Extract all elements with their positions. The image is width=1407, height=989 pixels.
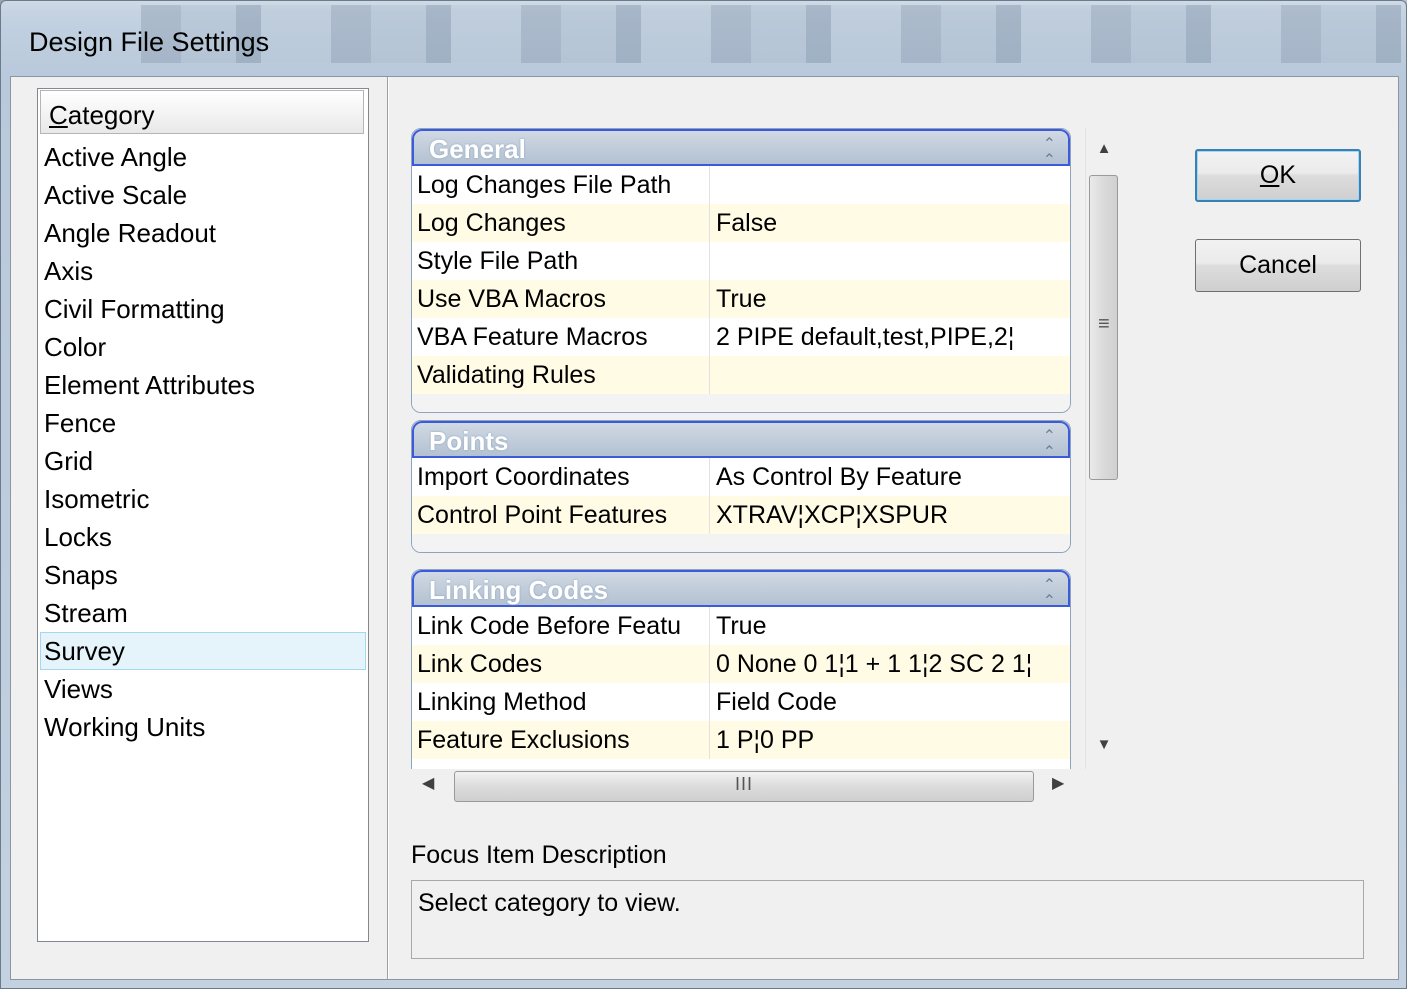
focus-item-description-box: Select category to view. — [411, 880, 1364, 959]
category-item-fence[interactable]: Fence — [40, 404, 366, 442]
property-name: Log Changes — [412, 204, 710, 242]
property-name: Validating Rules — [412, 356, 710, 394]
property-name: Control Point Features — [412, 496, 710, 534]
focus-item-description-text: Select category to view. — [418, 889, 681, 917]
focus-item-description-label: Focus Item Description — [411, 841, 667, 869]
window-title: Design File Settings — [29, 27, 270, 57]
property-value[interactable]: True — [710, 280, 1070, 318]
group-header-points[interactable]: Points ⌃ ⌃ — [412, 421, 1070, 461]
group-title: General — [429, 134, 526, 164]
property-grid[interactable]: General ⌃ ⌃ Log Changes File Path Log Chan… — [410, 128, 1082, 769]
arrow-up-icon[interactable]: ▲ — [1086, 134, 1122, 164]
category-item-stream[interactable]: Stream — [40, 594, 366, 632]
group-header-general[interactable]: General ⌃ ⌃ — [412, 129, 1070, 169]
property-name: Linking Method — [412, 683, 710, 721]
property-row[interactable]: Link Codes 0 None 0 1¦1 + 1 1¦2 SC 2 1¦ — [412, 645, 1070, 683]
titlebar-background — [141, 5, 1401, 63]
category-list[interactable]: Category Active Angle Active Scale Angle R… — [37, 88, 369, 942]
group-title: Linking Codes — [429, 575, 609, 605]
group-rows-points: Import Coordinates As Control By Feature C… — [412, 458, 1070, 534]
collapse-chevron-icon[interactable]: ⌃ ⌃ — [1043, 137, 1056, 169]
design-file-settings-dialog: Design File Settings Category Active Ang… — [0, 0, 1407, 989]
category-item-active-angle[interactable]: Active Angle — [40, 138, 366, 176]
category-item-survey[interactable]: Survey — [40, 632, 366, 670]
property-value[interactable] — [710, 356, 1070, 394]
category-items: Active Angle Active Scale Angle Readout Axi… — [38, 138, 368, 746]
property-row[interactable]: Style File Path — [412, 242, 1070, 280]
property-value[interactable] — [710, 242, 1070, 280]
property-row[interactable]: VBA Feature Macros 2 PIPE default,test,PI… — [412, 318, 1070, 356]
property-row[interactable]: Control Point Features XTRAV¦XCP¦XSPUR — [412, 496, 1070, 534]
property-value[interactable]: As Control By Feature — [710, 458, 1070, 496]
horizontal-scrollbar[interactable]: ◀ III ▶ — [410, 769, 1082, 806]
category-item-civil-formatting[interactable]: Civil Formatting — [40, 290, 366, 328]
property-name: VBA Feature Macros — [412, 318, 710, 356]
group-title: Points — [429, 426, 509, 456]
ok-button[interactable]: OK — [1195, 149, 1361, 202]
property-value[interactable]: False — [710, 204, 1070, 242]
grip-icon: III — [735, 774, 754, 794]
group-footer — [412, 534, 1070, 552]
group-footer — [412, 394, 1070, 412]
category-item-active-scale[interactable]: Active Scale — [40, 176, 366, 214]
property-row[interactable]: Link Code Before Featu True — [412, 607, 1070, 645]
property-value[interactable]: XTRAV¦XCP¦XSPUR — [710, 496, 1070, 534]
property-name: Link Codes — [412, 645, 710, 683]
category-item-angle-readout[interactable]: Angle Readout — [40, 214, 366, 252]
pane-divider[interactable] — [387, 77, 389, 979]
category-item-element-attributes[interactable]: Element Attributes — [40, 366, 366, 404]
ok-mnemonic: O — [1259, 161, 1280, 189]
property-value[interactable] — [710, 166, 1070, 204]
category-item-axis[interactable]: Axis — [40, 252, 366, 290]
group-header-linking-codes[interactable]: Linking Codes ⌃ ⌃ — [412, 570, 1070, 610]
category-item-color[interactable]: Color — [40, 328, 366, 366]
arrow-down-icon[interactable]: ▼ — [1086, 730, 1122, 760]
cancel-button[interactable]: Cancel — [1195, 239, 1361, 292]
group-general: General ⌃ ⌃ Log Changes File Path Log Chan… — [411, 128, 1071, 413]
collapse-chevron-icon[interactable]: ⌃ ⌃ — [1043, 578, 1056, 610]
category-header-mnemonic: C — [49, 100, 68, 130]
property-row[interactable]: Linking Method Field Code — [412, 683, 1070, 721]
group-rows-general: Log Changes File Path Log Changes False Sty… — [412, 166, 1070, 394]
category-item-working-units[interactable]: Working Units — [40, 708, 366, 746]
property-row[interactable]: Log Changes False — [412, 204, 1070, 242]
category-item-locks[interactable]: Locks — [40, 518, 366, 556]
property-name: Log Changes File Path — [412, 166, 710, 204]
property-row[interactable]: Use VBA Macros True — [412, 280, 1070, 318]
group-rows-linking-codes: Link Code Before Featu True Link Codes 0 No… — [412, 607, 1070, 759]
vertical-scroll-thumb[interactable]: ≡ — [1089, 175, 1118, 480]
property-value[interactable]: True — [710, 607, 1070, 645]
property-name: Style File Path — [412, 242, 710, 280]
property-row[interactable]: Feature Exclusions 1 P¦0 PP — [412, 721, 1070, 759]
property-name: Link Code Before Featu — [412, 607, 710, 645]
property-row[interactable]: Log Changes File Path — [412, 166, 1070, 204]
dialog-body: Category Active Angle Active Scale Angle R… — [10, 76, 1399, 980]
property-value[interactable]: Field Code — [710, 683, 1070, 721]
group-linking-codes: Linking Codes ⌃ ⌃ Link Code Before Featu T… — [411, 569, 1071, 769]
property-value[interactable]: 2 PIPE default,test,PIPE,2¦ — [710, 318, 1070, 356]
grip-icon: ≡ — [1098, 313, 1110, 335]
ok-label: K — [1279, 161, 1297, 189]
arrow-left-icon[interactable]: ◀ — [422, 773, 434, 793]
collapse-chevron-icon[interactable]: ⌃ ⌃ — [1043, 429, 1056, 461]
category-item-views[interactable]: Views — [40, 670, 366, 708]
category-item-isometric[interactable]: Isometric — [40, 480, 366, 518]
property-name: Import Coordinates — [412, 458, 710, 496]
category-item-snaps[interactable]: Snaps — [40, 556, 366, 594]
property-value[interactable]: 0 None 0 1¦1 + 1 1¦2 SC 2 1¦ — [710, 645, 1070, 683]
arrow-right-icon[interactable]: ▶ — [1052, 773, 1064, 793]
property-name: Use VBA Macros — [412, 280, 710, 318]
property-row[interactable]: Import Coordinates As Control By Feature — [412, 458, 1070, 496]
group-points: Points ⌃ ⌃ Import Coordinates As Control B… — [411, 420, 1071, 553]
property-name: Feature Exclusions — [412, 721, 710, 759]
category-item-grid[interactable]: Grid — [40, 442, 366, 480]
category-header-label: ategory — [67, 100, 155, 130]
category-column-header[interactable]: Category — [40, 90, 364, 134]
property-value[interactable]: 1 P¦0 PP — [710, 721, 1070, 759]
property-row[interactable]: Validating Rules — [412, 356, 1070, 394]
vertical-scrollbar[interactable]: ▲ ≡ ▼ — [1085, 128, 1122, 769]
horizontal-scroll-thumb[interactable]: III — [454, 771, 1034, 802]
